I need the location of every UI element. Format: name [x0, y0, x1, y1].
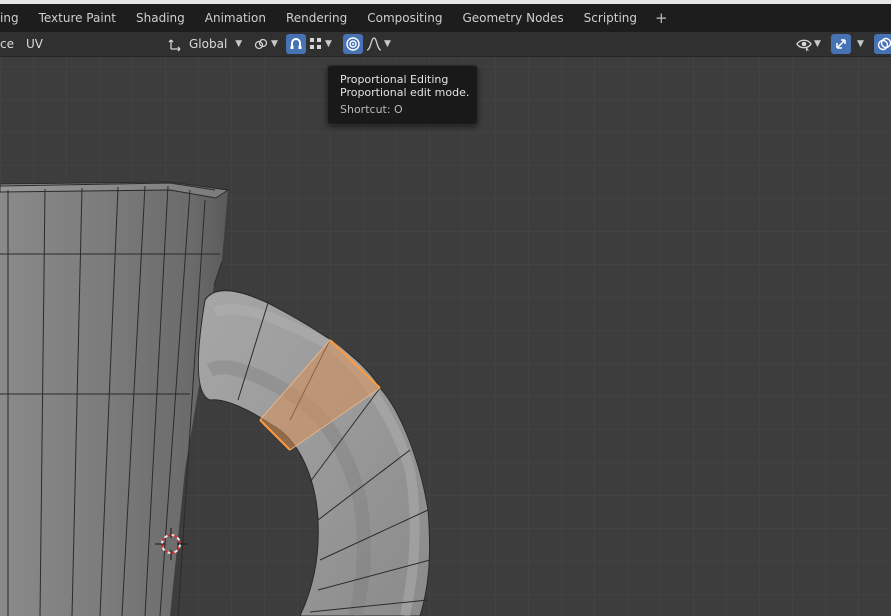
transform-orientation-value: Global: [189, 37, 228, 51]
chevron-down-icon[interactable]: ▼: [857, 32, 864, 56]
viewport-header: ce UV Global ▼ ▼ ▼ ▼ ▼ ▼: [0, 32, 891, 57]
gizmo-toggle-button[interactable]: [831, 34, 851, 54]
selectability-visibility-dropdown[interactable]: ▼: [796, 32, 821, 56]
transform-orientation-dropdown[interactable]: Global ▼: [168, 32, 242, 56]
overlay-icon: [877, 37, 891, 51]
tab-animation[interactable]: Animation: [195, 4, 276, 32]
visibility-icon: [796, 36, 812, 52]
proportional-editing-icon: [346, 37, 360, 51]
chevron-down-icon: ▼: [814, 39, 821, 49]
menu-uv[interactable]: UV: [26, 32, 43, 56]
tab-compositing[interactable]: Compositing: [357, 4, 452, 32]
snap-icon: [289, 37, 303, 51]
transform-pivot-dropdown[interactable]: ▼: [253, 32, 278, 56]
pivot-icon: [168, 36, 184, 52]
gizmo-icon: [834, 37, 848, 51]
tooltip-shortcut: Shortcut: O: [340, 103, 403, 116]
tab-layout-partial[interactable]: ing: [0, 4, 29, 32]
workspace-tab-bar: ing Texture Paint Shading Animation Rend…: [0, 4, 891, 32]
chevron-down-icon: ▼: [235, 39, 243, 49]
snap-target-dropdown[interactable]: ▼: [309, 32, 332, 56]
tab-shading[interactable]: Shading: [126, 4, 195, 32]
tooltip-description: Proportional edit mode.: [340, 86, 470, 99]
snap-toggle-button[interactable]: [286, 34, 306, 54]
menu-face[interactable]: ce: [0, 32, 14, 56]
tab-rendering[interactable]: Rendering: [276, 4, 357, 32]
proportional-editing-tooltip: Proportional Editing Proportional edit m…: [327, 65, 478, 125]
add-workspace-button[interactable]: +: [647, 4, 676, 32]
link-icon: [253, 36, 269, 52]
tab-texture-paint[interactable]: Texture Paint: [29, 4, 126, 32]
tab-geometry-nodes[interactable]: Geometry Nodes: [452, 4, 573, 32]
chevron-down-icon: ▼: [384, 39, 391, 49]
proportional-editing-button[interactable]: [343, 34, 363, 54]
snap-target-icon: [309, 37, 323, 51]
chevron-down-icon: ▼: [325, 39, 332, 49]
overlay-toggle-button[interactable]: [874, 34, 891, 54]
falloff-curve-icon: [366, 36, 382, 52]
proportional-falloff-dropdown[interactable]: ▼: [366, 32, 391, 56]
tooltip-title: Proportional Editing: [340, 73, 449, 86]
chevron-down-icon: ▼: [271, 39, 278, 49]
3d-viewport[interactable]: [0, 57, 891, 616]
tab-scripting[interactable]: Scripting: [574, 4, 647, 32]
